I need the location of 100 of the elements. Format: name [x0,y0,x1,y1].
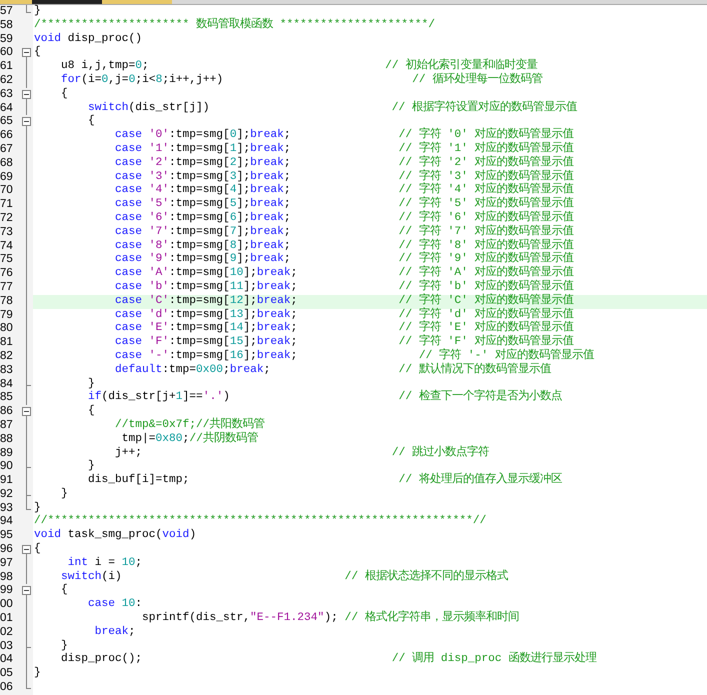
line-number: 00 [0,598,20,612]
code-line: case 'b':tmp=smg[11];break; // 字符 'b' 对应的数码管显示值 [114,280,575,293]
line-number: 65 [0,115,20,130]
line-number: 80 [0,322,20,336]
code-line: case '4':tmp=smg[4];break; // 字符 '4' 对应的数码管显示值 [114,184,575,196]
line-number: 92 [0,488,20,502]
line-number: 75 [0,253,20,268]
line-number: 06 [0,681,20,695]
code-line: { [33,46,42,60]
collapse-icon[interactable] [22,545,31,554]
code-line: /********************** 数码管取模函数 **********************/ [33,18,436,32]
code-line: } [60,640,69,652]
line-number: 79 [0,308,20,322]
code-line: for(i=0,j=0;i<8;i++,j++) // 循环处理每一位数码管 [60,74,544,88]
line-number: 69 [0,170,20,184]
code-line: //***************************************************************// [33,515,488,528]
line-number: 78 [0,294,20,309]
code-line: case '6':tmp=smg[6];break; // 字符 '6' 对应的数码管显示值 [114,212,575,224]
code-line: case 'A':tmp=smg[10];break; // 字符 'A' 对应的数码管显示值 [114,267,575,280]
collapse-icon[interactable] [22,407,31,416]
code-line: default:tmp=0x00;break; // 默认情况下的数码管显示值 [114,364,552,378]
line-number: 62 [0,74,20,88]
code-line: case '3':tmp=smg[3];break; // 字符 '3' 对应的数码管显示值 [114,170,575,183]
code-line: int i = 10; [66,556,144,570]
code-line: disp_proc(); // 调用 disp_proc 函数进行显示处理 [60,653,598,668]
line-number: 04 [0,653,20,668]
line-number: 71 [0,198,20,212]
code-line: j++; // 跳过小数点字符 [114,446,490,460]
line-number: 66 [0,129,20,143]
line-number: 63 [0,88,20,102]
line-number: 89 [0,446,20,460]
collapse-icon[interactable] [22,90,31,99]
code-line: sprintf(dis_str,"E--F1.234"); // 格式化字符串，显示频率和时间 [141,612,520,626]
line-number: 68 [0,156,20,171]
line-number: 82 [0,350,20,364]
line-number: 98 [0,570,20,584]
code-line: { [87,405,96,419]
code-line: case '9':tmp=smg[9];break; // 字符 '9' 对应的数码管显示值 [114,253,575,266]
code-line: case '8':tmp=smg[8];break; // 字符 '8' 对应的数码管显示值 [114,240,575,252]
code-line: case '2':tmp=smg[2];break; // 字符 '2' 对应的数码管显示值 [114,156,575,169]
line-number: 77 [0,280,20,295]
code-line: u8 i,j,tmp=0; // 初始化索引变量和临时变量 [60,60,538,72]
code-line: case 'F':tmp=smg[15];break; // 字符 'F' 对应的数码管显示值 [114,336,575,348]
code-line: } [87,460,96,474]
line-number: 96 [0,543,20,557]
code-line: } [33,5,42,18]
code-line: switch(i) // 根据状态选择不同的显示格式 [60,570,509,584]
line-number: 83 [0,364,20,378]
line-number: 88 [0,432,20,446]
code-line: } [33,667,42,682]
code-line: case '7':tmp=smg[7];break; // 字符 '7' 对应的数码管显示值 [114,226,575,238]
collapse-icon[interactable] [22,48,31,58]
code-line: dis_buf[i]=tmp; // 将处理后的值存入显示缓冲区 [87,474,563,488]
collapse-icon[interactable] [22,586,31,596]
line-number: 84 [0,378,20,392]
line-number: 91 [0,474,20,488]
line-number: 05 [0,667,20,682]
code-line: case 'd':tmp=smg[13];break; // 字符 'd' 对应的数码管显示值 [114,308,575,321]
code-line: } [60,488,69,502]
line-number: 02 [0,626,20,640]
code-line: tmp|=0x80;//共阴数码管 [120,432,259,446]
collapse-icon[interactable] [22,117,31,126]
code-line: } [33,502,42,514]
line-number: 99 [0,584,20,598]
code-line: { [87,115,96,130]
code-line: case '0':tmp=smg[0];break; // 字符 '0' 对应的数码管显示值 [114,129,575,142]
line-number: 74 [0,240,20,254]
line-number: 59 [0,32,20,46]
line-number: 57 [0,5,20,19]
line-number: 85 [0,391,20,406]
line-number: 90 [0,460,20,474]
code-line: { [60,584,69,598]
line-number: 01 [0,612,20,626]
line-number: 97 [0,556,20,571]
line-number: 60 [0,46,20,60]
code-line: switch(dis_str[j]) // 根据字符设置对应的数码管显示值 [87,102,578,114]
line-number: 93 [0,502,20,516]
code-line: case 'E':tmp=smg[14];break; // 字符 'E' 对应的数码管显示值 [114,322,575,334]
code-line: case '1':tmp=smg[1];break; // 字符 '1' 对应的数码管显示值 [114,142,575,155]
line-number: 87 [0,418,20,433]
line-number: 86 [0,405,20,419]
line-number: 76 [0,267,20,281]
code-line: if(dis_str[j+1]=='.') // 检查下一个字符是否为小数点 [87,391,563,404]
line-number: 64 [0,102,20,116]
line-number: 70 [0,184,20,198]
line-number: 67 [0,142,20,157]
line-number: 95 [0,529,20,544]
line-number: 72 [0,212,20,226]
line-number: 81 [0,336,20,350]
code-line: { [33,543,42,557]
code-line: { [60,88,69,102]
code-line: break; [94,626,136,640]
code-line: //tmp&=0x7f;//共阳数码管 [114,418,266,432]
line-number: 03 [0,640,20,654]
line-number: 94 [0,515,20,530]
code-line: void disp_proc() [33,32,144,46]
code-line: void task_smg_proc(void) [33,529,198,542]
line-number: 58 [0,18,20,33]
code-line: case '5':tmp=smg[5];break; // 字符 '5' 对应的数码管显示值 [114,198,575,210]
line-number: 73 [0,226,20,240]
